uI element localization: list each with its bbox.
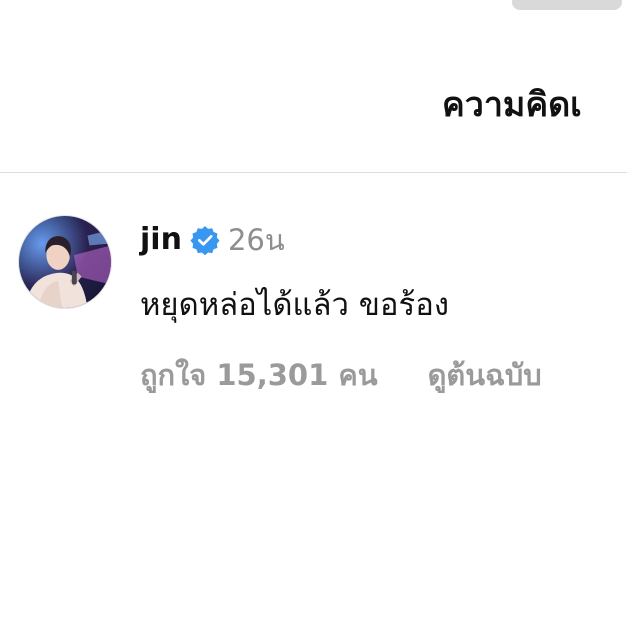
sheet-drag-handle[interactable]	[512, 0, 622, 10]
profile-photo	[19, 216, 111, 308]
comment-likes-link[interactable]: ถูกใจ 15,301 คน	[140, 350, 378, 400]
comment-actions: ถูกใจ 15,301 คน ดูต้นฉบับ	[140, 350, 542, 400]
comment-header: jin 26น	[140, 218, 285, 262]
comment-username[interactable]: jin	[140, 218, 182, 262]
avatar[interactable]	[18, 215, 112, 309]
comment-timestamp: 26น	[227, 223, 285, 257]
comment-text: หยุดหล่อได้แล้ว ขอร้อง	[140, 287, 449, 323]
verified-badge-icon	[190, 225, 220, 255]
header-divider	[0, 172, 627, 173]
see-original-button[interactable]: ดูต้นฉบับ	[428, 350, 542, 400]
sheet-title: ความคิดเ	[442, 85, 582, 125]
